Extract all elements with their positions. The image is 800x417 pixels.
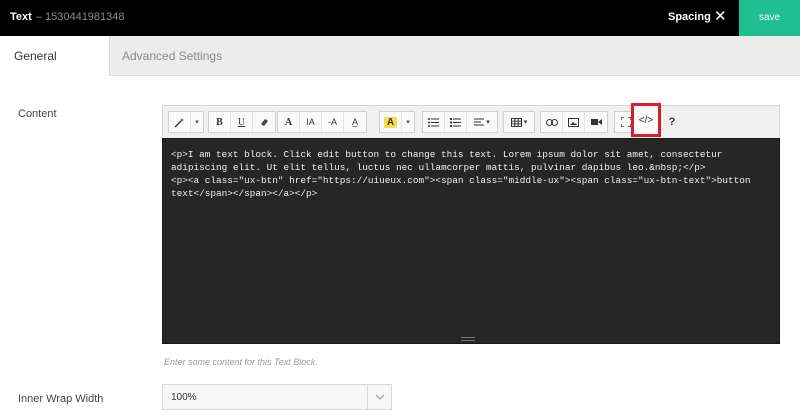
modal-header: Text – 1530441981348 Spacing ✕ save: [0, 0, 800, 36]
video-icon[interactable]: [585, 112, 607, 132]
link-icon[interactable]: [541, 112, 563, 132]
resize-handle[interactable]: [461, 337, 475, 341]
tab-general-settings[interactable]: General Settings: [0, 36, 110, 103]
content-help-text: Enter some content for this Text Block.: [164, 357, 318, 367]
inner-wrap-width-select[interactable]: 100%: [162, 384, 392, 410]
editor-toolbar: ▾ B U A IA -A A̲ A ▾ ▾ ▾ </> ?: [162, 103, 780, 139]
modal-title: Text – 1530441981348: [10, 11, 125, 23]
code-view-button[interactable]: </>: [631, 103, 661, 137]
chevron-down-icon[interactable]: [367, 385, 391, 409]
caret-down-icon[interactable]: ▾: [402, 112, 414, 132]
magic-wand-icon[interactable]: [169, 112, 191, 132]
settings-panel: Content ▾ B U A IA -A A̲ A ▾ ▾ ▾ </> ? <…: [0, 76, 800, 417]
table-group: ▾: [503, 111, 535, 133]
caret-down-icon[interactable]: ▾: [191, 112, 203, 132]
eraser-icon[interactable]: [253, 112, 275, 132]
content-label: Content: [18, 108, 57, 120]
font-group: A IA -A A̲: [277, 111, 367, 133]
numbered-list-icon[interactable]: [445, 112, 467, 132]
element-type-label: Text: [10, 11, 32, 23]
tab-advanced-settings[interactable]: Advanced Settings: [110, 36, 236, 76]
align-icon[interactable]: ▾: [467, 112, 497, 132]
save-button[interactable]: save: [739, 0, 800, 36]
underline-icon[interactable]: U: [231, 112, 253, 132]
bold-icon[interactable]: B: [209, 112, 231, 132]
bullet-list-icon[interactable]: [423, 112, 445, 132]
highlight-color-icon[interactable]: A: [380, 112, 402, 132]
table-icon[interactable]: ▾: [504, 112, 534, 132]
clear-format-icon[interactable]: A̲: [344, 112, 366, 132]
close-icon[interactable]: ✕: [714, 8, 727, 26]
inner-wrap-width-value: 100%: [171, 392, 197, 403]
style-group: ▾: [168, 111, 204, 133]
line-height-icon[interactable]: IA: [300, 112, 322, 132]
font-size-icon[interactable]: A: [278, 112, 300, 132]
code-editor-text[interactable]: <p>I am text block. Click edit button to…: [171, 148, 771, 200]
insert-group: [540, 111, 608, 133]
code-editor[interactable]: <p>I am text block. Click edit button to…: [162, 138, 780, 344]
help-button[interactable]: ?: [663, 111, 681, 133]
inner-wrap-width-label: Inner Wrap Width: [18, 393, 104, 405]
paragraph-group: ▾: [422, 111, 498, 133]
settings-tabs: General Settings Advanced Settings: [0, 36, 800, 103]
color-group: A ▾: [379, 111, 415, 133]
format-group: B U: [208, 111, 276, 133]
element-id-label: – 1530441981348: [35, 11, 125, 23]
image-icon[interactable]: [563, 112, 585, 132]
strikethrough-icon[interactable]: -A: [322, 112, 344, 132]
spacing-button[interactable]: Spacing: [668, 11, 711, 23]
